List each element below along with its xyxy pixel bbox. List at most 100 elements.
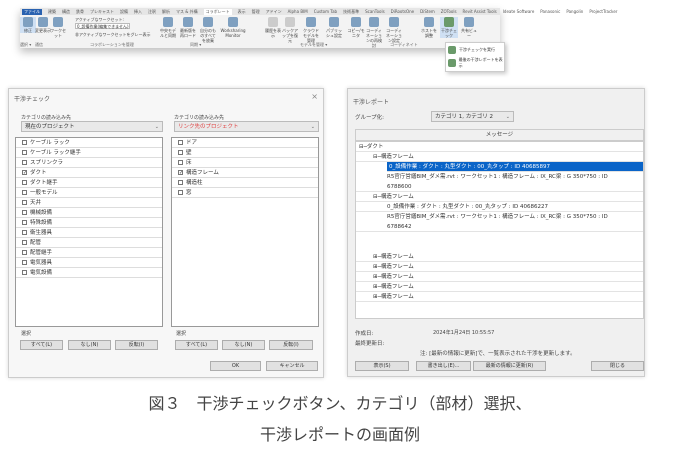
ribbon-tab[interactable]: Panasonic — [540, 9, 560, 14]
show-last-report-item[interactable]: 最後の干渉レポートを表示 — [446, 56, 504, 69]
ribbon-tab[interactable]: マス & 外構 — [176, 9, 198, 15]
checkbox[interactable] — [22, 150, 27, 155]
right-invert-button[interactable]: 反転(I) — [269, 340, 313, 350]
ribbon-tab[interactable]: Ideate Software — [503, 9, 535, 14]
ribbon-button[interactable]: バックアップを復元 — [282, 17, 298, 43]
right-category-list[interactable]: ドア壁床 ✓ 構造フレーム 構造柱窓 — [171, 137, 319, 327]
checkbox[interactable] — [22, 250, 27, 255]
report-tree-row[interactable]: R5官庁営繕BIM_ダメ需.rvt : ワークセット1 : 構造フレーム : I… — [356, 172, 643, 192]
message-column-header[interactable]: メッセージ — [355, 129, 644, 141]
report-tree-row[interactable]: ⊞─構造フレーム — [356, 292, 643, 302]
ribbon-button[interactable]: ホストを調整 — [420, 17, 438, 38]
report-tree-row[interactable]: ⊟─ダクト — [356, 142, 643, 152]
checkbox[interactable] — [22, 260, 27, 265]
ribbon-button[interactable]: ワークセット — [50, 17, 66, 38]
ribbon-button[interactable]: 履歴を表示 — [265, 17, 281, 38]
left-category-list[interactable]: ケーブル ラック ケーブル ラック継手 スプリンクラ ✓ ダクト ダクト継手 一般モデル 天井… — [15, 137, 163, 327]
category-item[interactable]: 一般モデル — [16, 188, 162, 198]
report-tree-row[interactable]: 0_設備作業 : ダクト : 丸型ダクト : 00_丸タップ : ID 4068… — [387, 162, 643, 172]
ribbon-button[interactable]: クラウド モデルを管理 — [303, 17, 319, 43]
left-select-none-button[interactable]: なし(N) — [68, 340, 111, 350]
ribbon-tab[interactable]: Custom Tab — [314, 9, 337, 14]
checkbox[interactable] — [22, 240, 27, 245]
report-tree-row[interactable]: ⊞─構造フレーム — [356, 272, 643, 282]
report-tree-row[interactable]: R5官庁営繕BIM_ダメ需.rvt : ワークセット1 : 構造フレーム : I… — [356, 212, 643, 232]
checkbox[interactable] — [178, 180, 183, 185]
ribbon-tab[interactable]: 構造 — [62, 9, 70, 15]
category-item[interactable]: 電気設備 — [16, 268, 162, 278]
category-item[interactable]: 電気器具 — [16, 258, 162, 268]
ribbon-tab[interactable]: 挿入 — [134, 9, 142, 15]
ribbon-tab[interactable]: ファイル — [22, 8, 42, 15]
report-tree-row[interactable]: ⊟─構造フレーム — [356, 152, 643, 162]
ribbon-tab[interactable]: Alpha BIM — [288, 9, 308, 14]
ribbon-tab[interactable]: DiStem — [420, 9, 435, 14]
report-tree-row[interactable]: ⊞─構造フレーム — [356, 262, 643, 272]
category-item[interactable]: ドア — [172, 138, 318, 148]
active-workset-select[interactable]: 0_設備作業(編集できません) — [75, 23, 130, 29]
report-tree-row[interactable]: ⊞─構造フレーム — [356, 282, 643, 292]
ribbon-tab[interactable]: ProjectTracker — [589, 9, 617, 14]
category-item[interactable]: ダクト継手 — [16, 178, 162, 188]
report-tree-row[interactable]: 0_設備作業 : ダクト : 丸型ダクト : 00_丸タップ : ID 4068… — [356, 202, 643, 212]
ribbon-button[interactable]: 干渉チェック — [440, 17, 458, 38]
checkbox[interactable] — [178, 150, 183, 155]
ribbon-tab[interactable]: コラボレート — [203, 8, 232, 15]
checkbox[interactable] — [22, 210, 27, 215]
category-item[interactable]: 特殊設備 — [16, 218, 162, 228]
checkbox[interactable] — [178, 160, 183, 165]
ribbon-button[interactable]: 中央モデルと同期 — [160, 17, 176, 38]
group-by-select[interactable]: カテゴリ 1, カテゴリ 2 ⌄ — [431, 111, 514, 122]
report-tree-row[interactable]: ⊟─構造フレーム — [356, 192, 643, 202]
category-item[interactable]: 配管 — [16, 238, 162, 248]
ribbon-button[interactable]: パブリッシュ設定 — [325, 17, 343, 38]
ribbon-button[interactable]: コーディネーションの再検討 — [365, 17, 383, 48]
category-item[interactable]: ケーブル ラック継手 — [16, 148, 162, 158]
report-tree-row[interactable]: ⊞─構造フレーム — [356, 252, 643, 262]
gray-out-toggle[interactable]: 非アクティブなワークセットをグレー表示 — [75, 32, 151, 38]
category-item[interactable]: 配管継手 — [16, 248, 162, 258]
ribbon-tab[interactable]: 管理 — [252, 9, 260, 15]
ribbon-tab[interactable]: 設備 — [120, 9, 128, 15]
ribbon-button[interactable]: コーディネーション設定 — [385, 17, 403, 43]
ribbon-tab[interactable]: DiRootsOne — [391, 9, 414, 14]
ribbon-tab[interactable]: 注釈 — [148, 9, 156, 15]
checkbox[interactable] — [22, 160, 27, 165]
ribbon-button[interactable]: 共有ビュー — [460, 17, 478, 38]
checkbox[interactable]: ✓ — [178, 170, 183, 176]
category-item[interactable]: 機械設備 — [16, 208, 162, 218]
ribbon-tab[interactable]: 表示 — [238, 9, 246, 15]
ribbon-tab[interactable]: 鉄骨 — [76, 9, 84, 15]
ribbon-button[interactable]: 変更表示 — [35, 17, 51, 33]
checkbox[interactable]: ✓ — [22, 170, 27, 176]
ribbon-tab[interactable]: 建築 — [48, 9, 56, 15]
ribbon-tab[interactable]: ZOTools — [441, 9, 457, 14]
report-tree[interactable]: ⊟─ダクト ⊟─構造フレーム 0_設備作業 : ダクト : 丸型ダクト : 00_丸… — [355, 141, 644, 319]
ribbon-button[interactable]: Worksharing Monitor — [220, 17, 246, 38]
left-select-all-button[interactable]: すべて(L) — [20, 340, 63, 350]
category-item[interactable]: スプリンクラ — [16, 158, 162, 168]
run-interference-check-item[interactable]: 干渉チェックを実行 — [446, 43, 504, 56]
ribbon-tab[interactable]: Revit Assist Tools — [463, 9, 497, 14]
category-item[interactable]: 床 — [172, 158, 318, 168]
ribbon-tab[interactable]: プレキャスト — [90, 9, 114, 15]
left-invert-button[interactable]: 反転(I) — [115, 340, 158, 350]
category-item[interactable]: ✓ 構造フレーム — [172, 168, 318, 178]
ribbon-button[interactable]: 修正 — [20, 17, 36, 33]
close-icon[interactable]: × — [311, 92, 318, 101]
category-item[interactable]: ✓ ダクト — [16, 168, 162, 178]
show-button[interactable]: 表示(S) — [355, 361, 409, 371]
checkbox[interactable] — [22, 180, 27, 185]
category-item[interactable]: 天井 — [16, 198, 162, 208]
checkbox[interactable] — [178, 140, 183, 145]
refresh-button[interactable]: 最新の情報に更新(R) — [473, 361, 546, 371]
export-button[interactable]: 書き出し(E)... — [416, 361, 471, 371]
left-source-select[interactable]: 現在のプロジェクト ⌄ — [21, 121, 163, 132]
category-item[interactable]: 窓 — [172, 188, 318, 198]
ribbon-tab[interactable]: アドイン — [266, 9, 282, 15]
checkbox[interactable] — [22, 140, 27, 145]
category-item[interactable]: 壁 — [172, 148, 318, 158]
ribbon-tab[interactable]: 解析 — [162, 9, 170, 15]
checkbox[interactable] — [22, 270, 27, 275]
close-button[interactable]: 閉じる — [591, 361, 644, 371]
